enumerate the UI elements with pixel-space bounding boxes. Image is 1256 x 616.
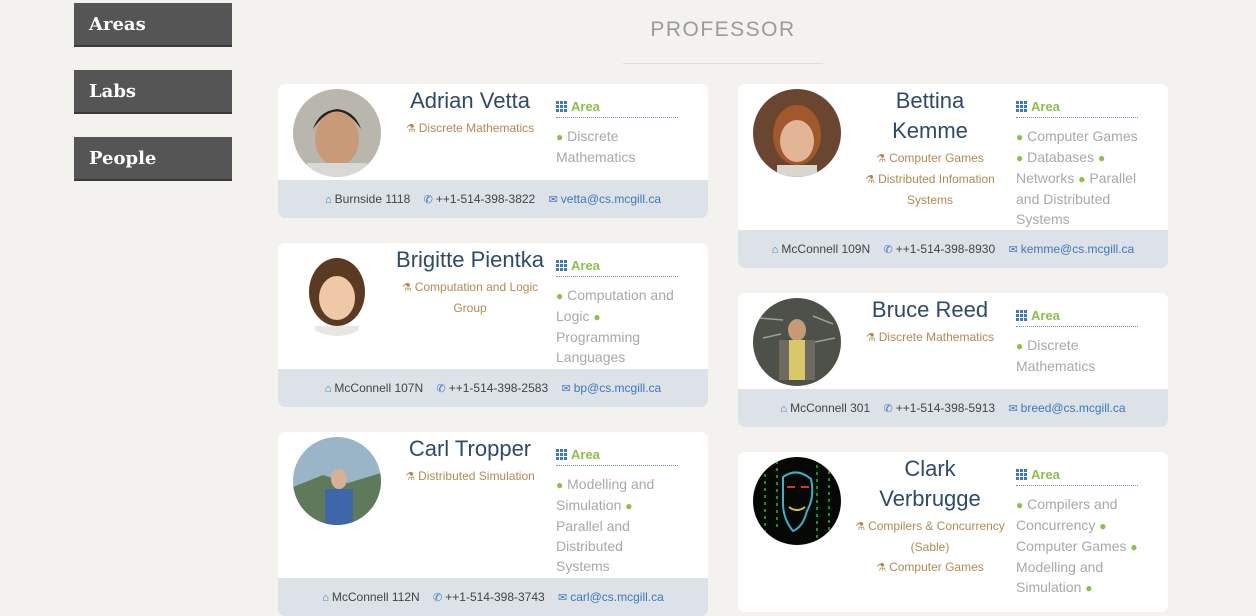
person-name[interactable]: Carl Tropper: [395, 434, 545, 464]
phone: ++1-514-398-5913: [895, 401, 996, 415]
grid-icon: [1016, 469, 1027, 480]
phone-icon: ✆: [883, 244, 893, 256]
phone: ++1-514-398-3743: [445, 590, 545, 604]
grid-icon: [556, 449, 567, 460]
flask-icon: ⚗: [876, 562, 887, 574]
person-card-bruce-reed: Bruce Reed ⚗ Discrete Mathematics Area ● …: [738, 293, 1168, 427]
envelope-icon: ✉: [1008, 244, 1018, 256]
phone-icon: ✆: [436, 383, 446, 395]
phone: ++1-514-398-3822: [435, 192, 536, 206]
office: Burnside 1118: [334, 192, 411, 206]
office: McConnell 109N: [781, 242, 871, 256]
flask-icon: ⚗: [405, 123, 416, 135]
person-card-bettina-kemme: Bettina Kemme ⚗ Computer Games ⚗ Distribut…: [738, 84, 1168, 268]
group-link[interactable]: ⚗ Compilers & Concurrency (Sable): [855, 516, 1005, 557]
area-heading: Area: [1016, 465, 1138, 486]
person-card-adrian-vetta: Adrian Vetta ⚗ Discrete Mathematics Area …: [278, 84, 708, 218]
group-link[interactable]: ⚗ Distributed Simulation: [395, 466, 545, 487]
home-icon: ⌂: [324, 383, 332, 395]
group-link[interactable]: ⚗ Computation and Logic Group: [395, 277, 545, 318]
home-icon: ⌂: [771, 244, 779, 256]
person-name[interactable]: Adrian Vetta: [395, 86, 545, 116]
envelope-icon: ✉: [548, 194, 558, 206]
area-heading: Area: [556, 445, 678, 466]
group-link[interactable]: ⚗ Discrete Mathematics: [855, 327, 1005, 348]
area-heading: Area: [556, 97, 678, 118]
email-link[interactable]: kemme@cs.mcgill.ca: [1021, 242, 1135, 256]
contact-bar: ⌂ McConnell 112N ✆ ++1-514-398-3743 ✉ carl@…: [278, 578, 708, 616]
avatar: [753, 298, 841, 386]
email-link[interactable]: vetta@cs.mcgill.ca: [561, 192, 661, 206]
heading-divider: [623, 63, 823, 64]
avatar: [293, 89, 381, 177]
envelope-icon: ✉: [561, 383, 571, 395]
contact-bar: ⌂ McConnell 107N ✆ ++1-514-398-2583 ✉ bp@cs…: [278, 369, 708, 407]
office: McConnell 107N: [334, 381, 424, 395]
area-list: ● Modelling and Simulation ● Parallel an…: [556, 476, 655, 574]
group-link[interactable]: ⚗ Distributed Infomation Systems: [855, 169, 1005, 210]
home-icon: ⌂: [324, 194, 332, 206]
flask-icon: ⚗: [865, 332, 876, 344]
contact-bar: ⌂ Burnside 1118 ✆ ++1-514-398-3822 ✉ vetta@…: [278, 180, 708, 218]
area-list: ● Compilers and Concurrency ● Computer G…: [1016, 496, 1138, 595]
office: McConnell 112N: [331, 590, 420, 604]
avatar: [753, 457, 841, 545]
group-link[interactable]: ⚗ Computer Games: [855, 557, 1005, 578]
group-link[interactable]: ⚗ Computer Games: [855, 148, 1005, 169]
flask-icon: ⚗: [405, 471, 416, 483]
phone-icon: ✆: [883, 403, 893, 415]
grid-icon: [1016, 310, 1027, 321]
grid-icon: [1016, 101, 1027, 112]
grid-icon: [556, 260, 567, 271]
phone-icon: ✆: [433, 592, 443, 604]
person-card-clark-verbrugge: Clark Verbrugge ⚗ Compilers & Concurrency…: [738, 452, 1168, 612]
grid-icon: [556, 101, 567, 112]
person-name[interactable]: Bettina Kemme: [855, 86, 1005, 146]
area-list: ● Discrete Mathematics: [556, 128, 636, 165]
area-heading: Area: [1016, 306, 1138, 327]
area-heading: Area: [556, 256, 678, 277]
flask-icon: ⚗: [865, 174, 876, 186]
page-title: PROFESSOR: [650, 18, 796, 41]
sidebar-item-labs[interactable]: Labs: [74, 70, 232, 114]
group-link[interactable]: ⚗ Discrete Mathematics: [395, 118, 545, 139]
sidebar-item-people[interactable]: People: [74, 137, 232, 181]
home-icon: ⌂: [780, 403, 788, 415]
home-icon: ⌂: [322, 592, 329, 604]
office: McConnell 301: [790, 401, 871, 415]
person-name[interactable]: Clark Verbrugge: [855, 454, 1005, 514]
area-list: ● Discrete Mathematics: [1016, 337, 1096, 374]
email-link[interactable]: breed@cs.mcgill.ca: [1021, 401, 1126, 415]
avatar: [293, 437, 381, 525]
email-link[interactable]: bp@cs.mcgill.ca: [574, 381, 662, 395]
phone-icon: ✆: [423, 194, 433, 206]
area-list: ● Computer Games ● Databases ● Networks …: [1016, 128, 1138, 227]
person-name[interactable]: Brigitte Pientka: [395, 245, 545, 275]
sidebar-item-areas[interactable]: Areas: [74, 3, 232, 47]
phone: ++1-514-398-2583: [448, 381, 549, 395]
phone: ++1-514-398-8930: [895, 242, 996, 256]
email-link[interactable]: carl@cs.mcgill.ca: [570, 590, 664, 604]
person-card-brigitte-pientka: Brigitte Pientka ⚗ Computation and Logic …: [278, 243, 708, 407]
avatar: [753, 89, 841, 177]
flask-icon: ⚗: [401, 282, 412, 294]
flask-icon: ⚗: [855, 521, 866, 533]
flask-icon: ⚗: [876, 153, 887, 165]
area-list: ● Computation and Logic ● Programming La…: [556, 287, 674, 365]
envelope-icon: ✉: [1008, 403, 1018, 415]
contact-bar: ⌂ McConnell 301 ✆ ++1-514-398-5913 ✉ breed@…: [738, 389, 1168, 427]
person-card-carl-tropper: Carl Tropper ⚗ Distributed Simulation Are…: [278, 432, 708, 616]
envelope-icon: ✉: [558, 592, 568, 604]
contact-bar: ⌂ McConnell 109N ✆ ++1-514-398-8930 ✉ kemme…: [738, 230, 1168, 268]
area-heading: Area: [1016, 97, 1138, 118]
person-name[interactable]: Bruce Reed: [855, 295, 1005, 325]
avatar: [293, 248, 381, 336]
